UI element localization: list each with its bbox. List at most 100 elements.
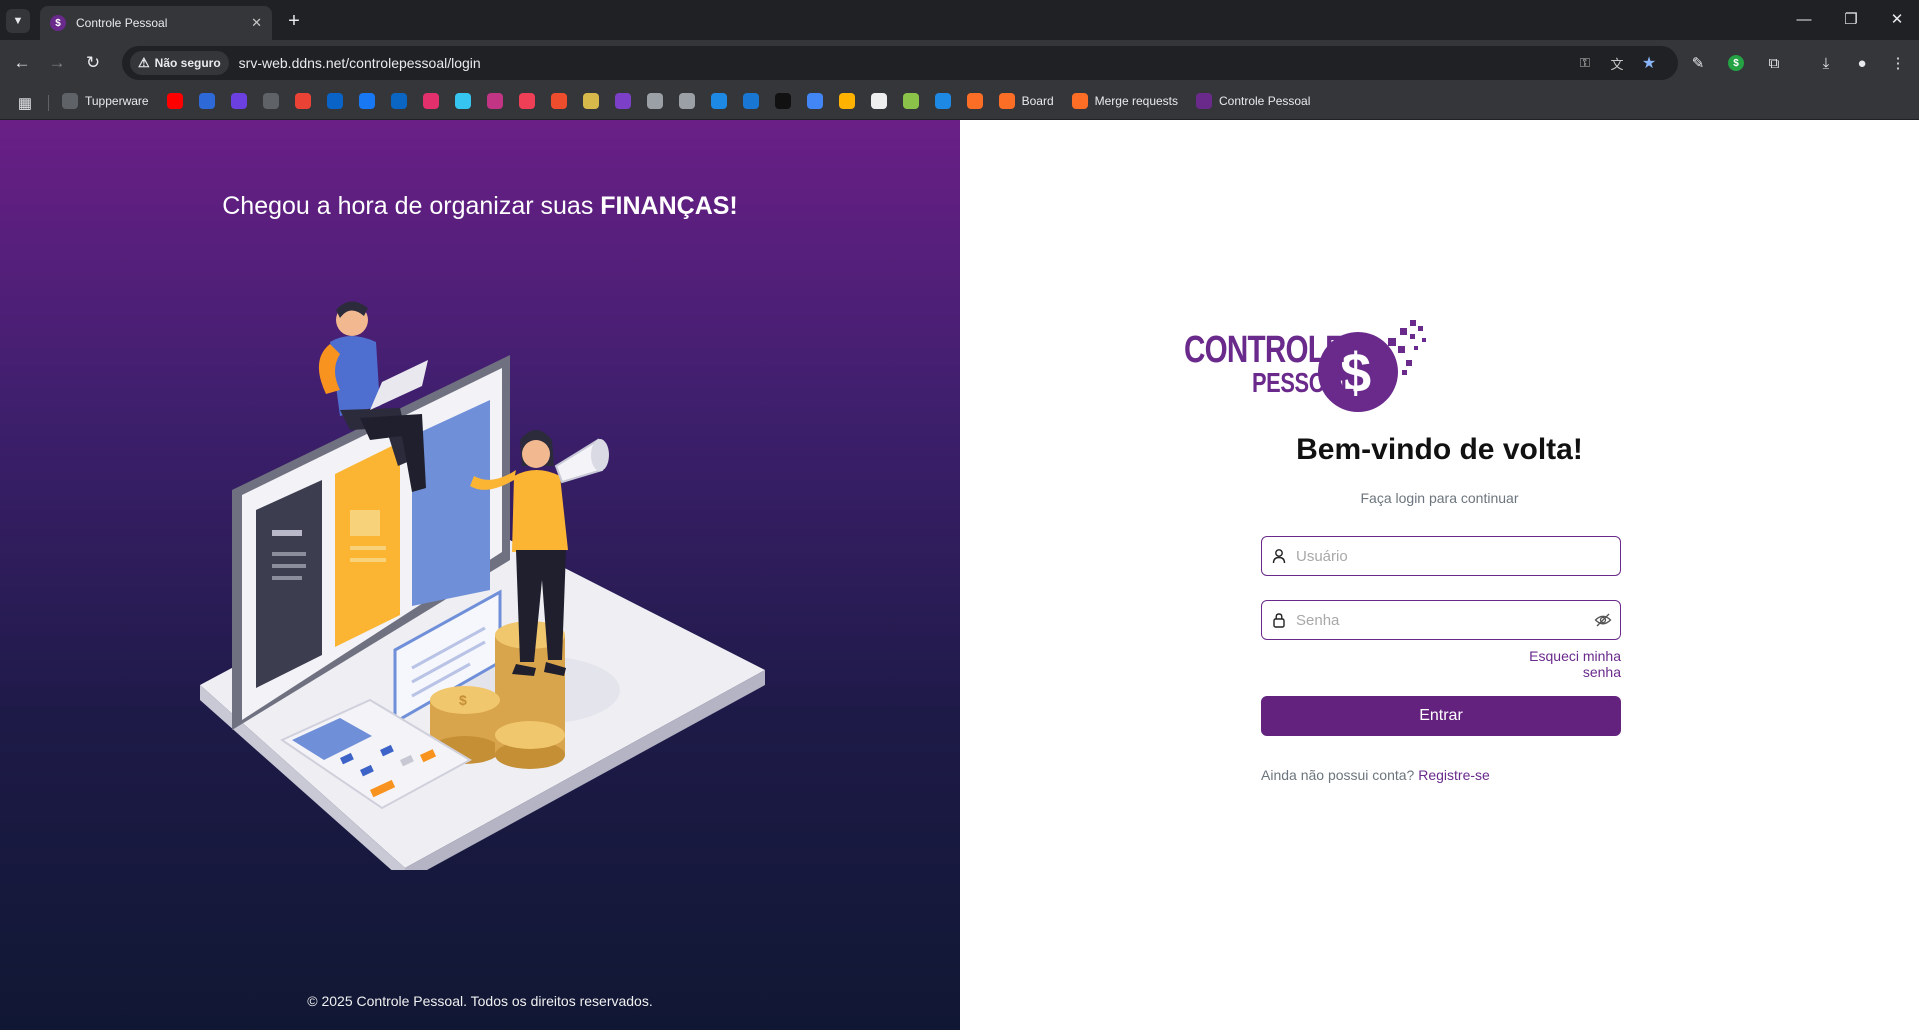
restore-button[interactable]: ❐ bbox=[1836, 6, 1866, 32]
bookmarks-bar: ▦ Tupperware Board Merge requests Controle … bbox=[0, 86, 1919, 120]
logo-mark: $ bbox=[1318, 320, 1426, 412]
chart-icon[interactable] bbox=[230, 93, 247, 109]
shopee-icon[interactable] bbox=[550, 93, 567, 109]
logo-pixel bbox=[1418, 326, 1423, 331]
forgot-password-link[interactable]: Esqueci minha senha bbox=[1490, 648, 1621, 680]
panel-block bbox=[350, 510, 380, 536]
tab-search-button[interactable]: ▼ bbox=[6, 9, 30, 33]
hero-title-text: Chegou a hora de organizar suas bbox=[222, 192, 601, 220]
new-tab-button[interactable]: + bbox=[282, 9, 306, 33]
logo-pixel bbox=[1422, 338, 1426, 342]
hero-panel: Chegou a hora de organizar suas FINANÇAS… bbox=[0, 120, 960, 1030]
login-subtitle: Faça login para continuar bbox=[1360, 490, 1519, 506]
signup-prompt: Ainda não possui conta? Registre-se bbox=[1261, 767, 1490, 783]
gitlab-icon bbox=[1071, 93, 1088, 109]
play-icon[interactable] bbox=[486, 93, 503, 109]
linkedin-icon[interactable] bbox=[390, 93, 407, 109]
site-security-chip[interactable]: ⚠ Não seguro bbox=[130, 51, 229, 75]
dollar-icon bbox=[1196, 93, 1212, 109]
bookmark-star-icon[interactable]: ★ bbox=[1640, 54, 1658, 72]
gmail-icon[interactable] bbox=[294, 93, 311, 109]
bookmark-item[interactable]: Merge requests bbox=[1071, 93, 1178, 109]
url-text[interactable]: srv-web.ddns.net/controlepessoal/login bbox=[239, 55, 481, 71]
password-key-icon[interactable]: ⚿ bbox=[1576, 54, 1594, 72]
panel-line bbox=[350, 558, 386, 562]
logo-text-line1: CONTROLE bbox=[1184, 329, 1345, 371]
no-account-text: Ainda não possui conta? bbox=[1261, 767, 1419, 783]
user-icon bbox=[1262, 548, 1296, 564]
back-button[interactable]: ← bbox=[9, 50, 35, 76]
finance-illustration: $ $ bbox=[200, 301, 765, 870]
panel-line bbox=[272, 564, 306, 568]
drop-icon[interactable] bbox=[710, 93, 727, 109]
translate-icon[interactable]: 文 bbox=[1608, 54, 1626, 72]
openai-icon[interactable] bbox=[646, 93, 663, 109]
username-field[interactable] bbox=[1261, 536, 1621, 576]
bookmark-item[interactable]: Board bbox=[998, 93, 1054, 109]
username-input[interactable] bbox=[1296, 538, 1620, 574]
lock-icon bbox=[1262, 612, 1296, 628]
notes-icon[interactable] bbox=[806, 93, 823, 109]
close-tab-icon[interactable]: ✕ bbox=[251, 15, 262, 31]
globe-icon[interactable] bbox=[262, 93, 279, 109]
browser-tab-strip: ▼ $ Controle Pessoal ✕ + — ❐ ✕ bbox=[0, 0, 1919, 40]
bookmark-item[interactable]: Controle Pessoal bbox=[1196, 93, 1310, 109]
d-icon[interactable] bbox=[198, 93, 215, 109]
facebook-icon[interactable] bbox=[358, 93, 375, 109]
bookmark-list: Tupperware Board Merge requests Controle Pe… bbox=[62, 93, 1328, 109]
apps-grid-icon[interactable]: ▦ bbox=[16, 94, 34, 112]
register-link[interactable]: Registre-se bbox=[1418, 767, 1490, 783]
forward-button[interactable]: → bbox=[44, 50, 70, 76]
password-input[interactable] bbox=[1296, 602, 1586, 638]
panel-line bbox=[350, 546, 386, 550]
minimize-button[interactable]: — bbox=[1789, 6, 1819, 32]
password-field[interactable] bbox=[1261, 600, 1621, 640]
bookmark-item[interactable]: Tupperware bbox=[62, 93, 149, 109]
panel-line bbox=[272, 576, 302, 580]
warning-icon: ⚠ bbox=[138, 55, 150, 70]
outlook-icon[interactable] bbox=[326, 93, 343, 109]
pocket-icon[interactable] bbox=[518, 93, 535, 109]
browser-toolbar: ← → ↻ ⚠ Não seguro srv-web.ddns.net/cont… bbox=[0, 40, 1919, 86]
svg-text:$: $ bbox=[459, 692, 467, 708]
gitlab-icon[interactable] bbox=[966, 93, 983, 109]
z-icon[interactable] bbox=[902, 93, 919, 109]
chevron-down-icon: ▼ bbox=[12, 15, 24, 27]
welcome-heading: Bem-vindo de volta! bbox=[1296, 433, 1583, 466]
hero-title: Chegou a hora de organizar suas FINANÇAS… bbox=[0, 192, 960, 221]
bookmark-label: Tupperware bbox=[85, 94, 149, 108]
bookmarks-divider bbox=[48, 95, 49, 111]
edge-icon[interactable] bbox=[742, 93, 759, 109]
apple-icon[interactable] bbox=[678, 93, 695, 109]
ring-icon[interactable] bbox=[582, 93, 599, 109]
gitlab-icon bbox=[998, 93, 1015, 109]
login-button[interactable]: Entrar bbox=[1261, 696, 1621, 736]
close-window-button[interactable]: ✕ bbox=[1882, 6, 1912, 32]
extensions-puzzle-icon[interactable]: ⧉ bbox=[1762, 51, 1786, 75]
logo-pixel bbox=[1398, 346, 1405, 353]
active-tab[interactable]: $ Controle Pessoal ✕ bbox=[40, 6, 272, 40]
playstore-icon[interactable] bbox=[838, 93, 855, 109]
instagram-icon[interactable] bbox=[422, 93, 439, 109]
profile-icon[interactable]: ● bbox=[1850, 51, 1874, 75]
bookmark-label: Board bbox=[1021, 94, 1054, 108]
kebab-menu-icon[interactable]: ⋮ bbox=[1886, 51, 1910, 75]
panel-line bbox=[272, 530, 302, 536]
puzzle-icon[interactable] bbox=[934, 93, 951, 109]
reload-button[interactable]: ↻ bbox=[80, 50, 106, 76]
shield-icon[interactable] bbox=[614, 93, 631, 109]
logo-pixel bbox=[1406, 360, 1412, 366]
logo-pixel bbox=[1410, 334, 1415, 339]
slack-icon[interactable] bbox=[454, 93, 471, 109]
tab-title: Controle Pessoal bbox=[76, 16, 168, 30]
l-icon[interactable] bbox=[774, 93, 791, 109]
eye-slash-icon[interactable] bbox=[1586, 612, 1620, 628]
github-icon[interactable] bbox=[870, 93, 887, 109]
tab-favicon-icon: $ bbox=[50, 15, 66, 31]
login-panel: $ CONTROLE PESSOAL Bem-vindo de volta! F… bbox=[960, 120, 1919, 1030]
address-bar[interactable]: ⚠ Não seguro srv-web.ddns.net/controlepe… bbox=[122, 46, 1678, 80]
youtube-icon[interactable] bbox=[166, 93, 183, 109]
extension-dollar-icon[interactable]: $ bbox=[1724, 51, 1748, 75]
download-icon[interactable]: ⤓ bbox=[1814, 51, 1838, 75]
eyedropper-icon[interactable]: ✎ bbox=[1686, 51, 1710, 75]
